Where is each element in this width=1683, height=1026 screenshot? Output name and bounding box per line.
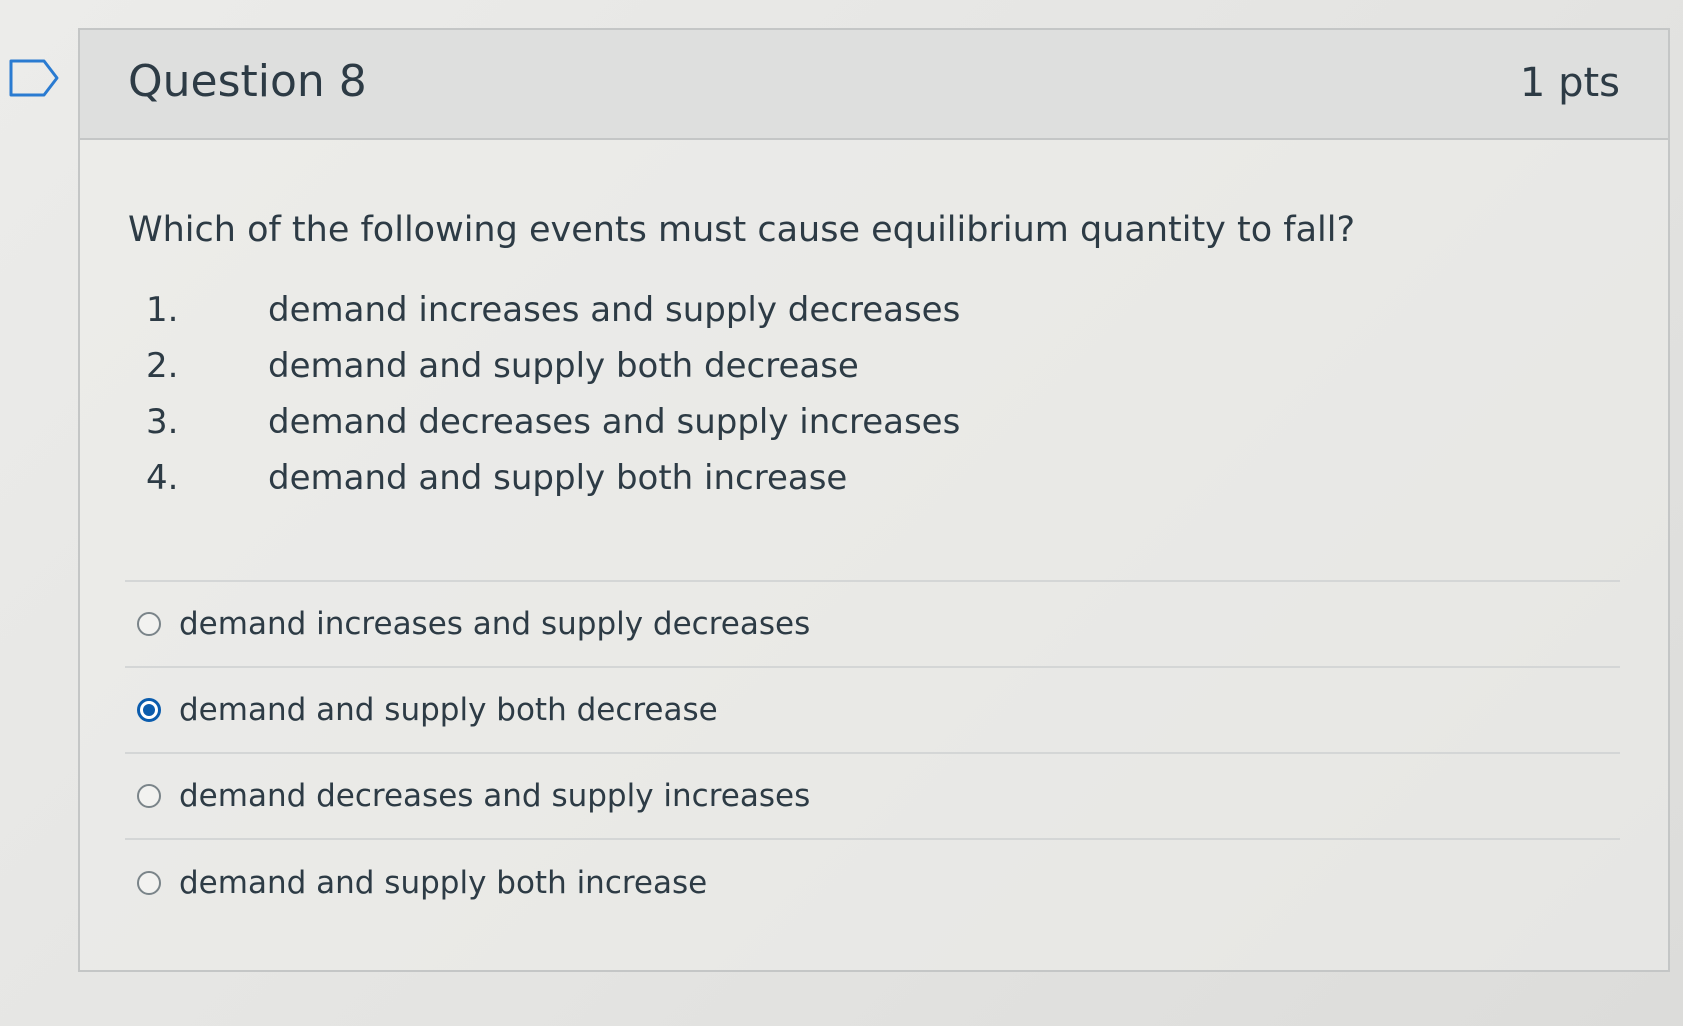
question-body: Which of the following events must cause… [128,210,1620,506]
event-text: demand increases and supply decreases [268,290,961,330]
page: Question 8 1 pts Which of the following … [0,0,1683,1026]
list-item: 2. demand and supply both decrease [128,338,1620,394]
event-list: 1. demand increases and supply decreases… [128,282,1620,506]
question-title: Question 8 [128,56,367,107]
answer-options: demand increases and supply decreases de… [125,580,1620,926]
event-text: demand decreases and supply increases [268,402,961,442]
event-text: demand and supply both increase [268,458,848,498]
question-header: Question 8 1 pts [80,30,1668,140]
event-number: 2. [146,346,179,386]
radio-button[interactable] [137,871,161,895]
list-item: 4. demand and supply both increase [128,450,1620,506]
answer-label[interactable]: demand and supply both decrease [179,692,718,728]
event-number: 1. [146,290,179,330]
event-text: demand and supply both decrease [268,346,859,386]
answer-option-1[interactable]: demand increases and supply decreases [125,582,1620,668]
flag-question-icon[interactable] [8,58,60,98]
answer-option-3[interactable]: demand decreases and supply increases [125,754,1620,840]
event-number: 3. [146,402,179,442]
answer-option-4[interactable]: demand and supply both increase [125,840,1620,926]
radio-button[interactable] [137,612,161,636]
radio-button[interactable] [137,784,161,808]
question-points: 1 pts [1519,60,1620,106]
list-item: 3. demand decreases and supply increases [128,394,1620,450]
answer-label[interactable]: demand increases and supply decreases [179,606,810,642]
event-number: 4. [146,458,179,498]
question-prompt: Which of the following events must cause… [128,210,1356,250]
answer-label[interactable]: demand and supply both increase [179,865,707,901]
question-card: Question 8 1 pts Which of the following … [78,28,1670,972]
list-item: 1. demand increases and supply decreases [128,282,1620,338]
answer-label[interactable]: demand decreases and supply increases [179,778,810,814]
answer-option-2[interactable]: demand and supply both decrease [125,668,1620,754]
radio-button-selected[interactable] [137,698,161,722]
